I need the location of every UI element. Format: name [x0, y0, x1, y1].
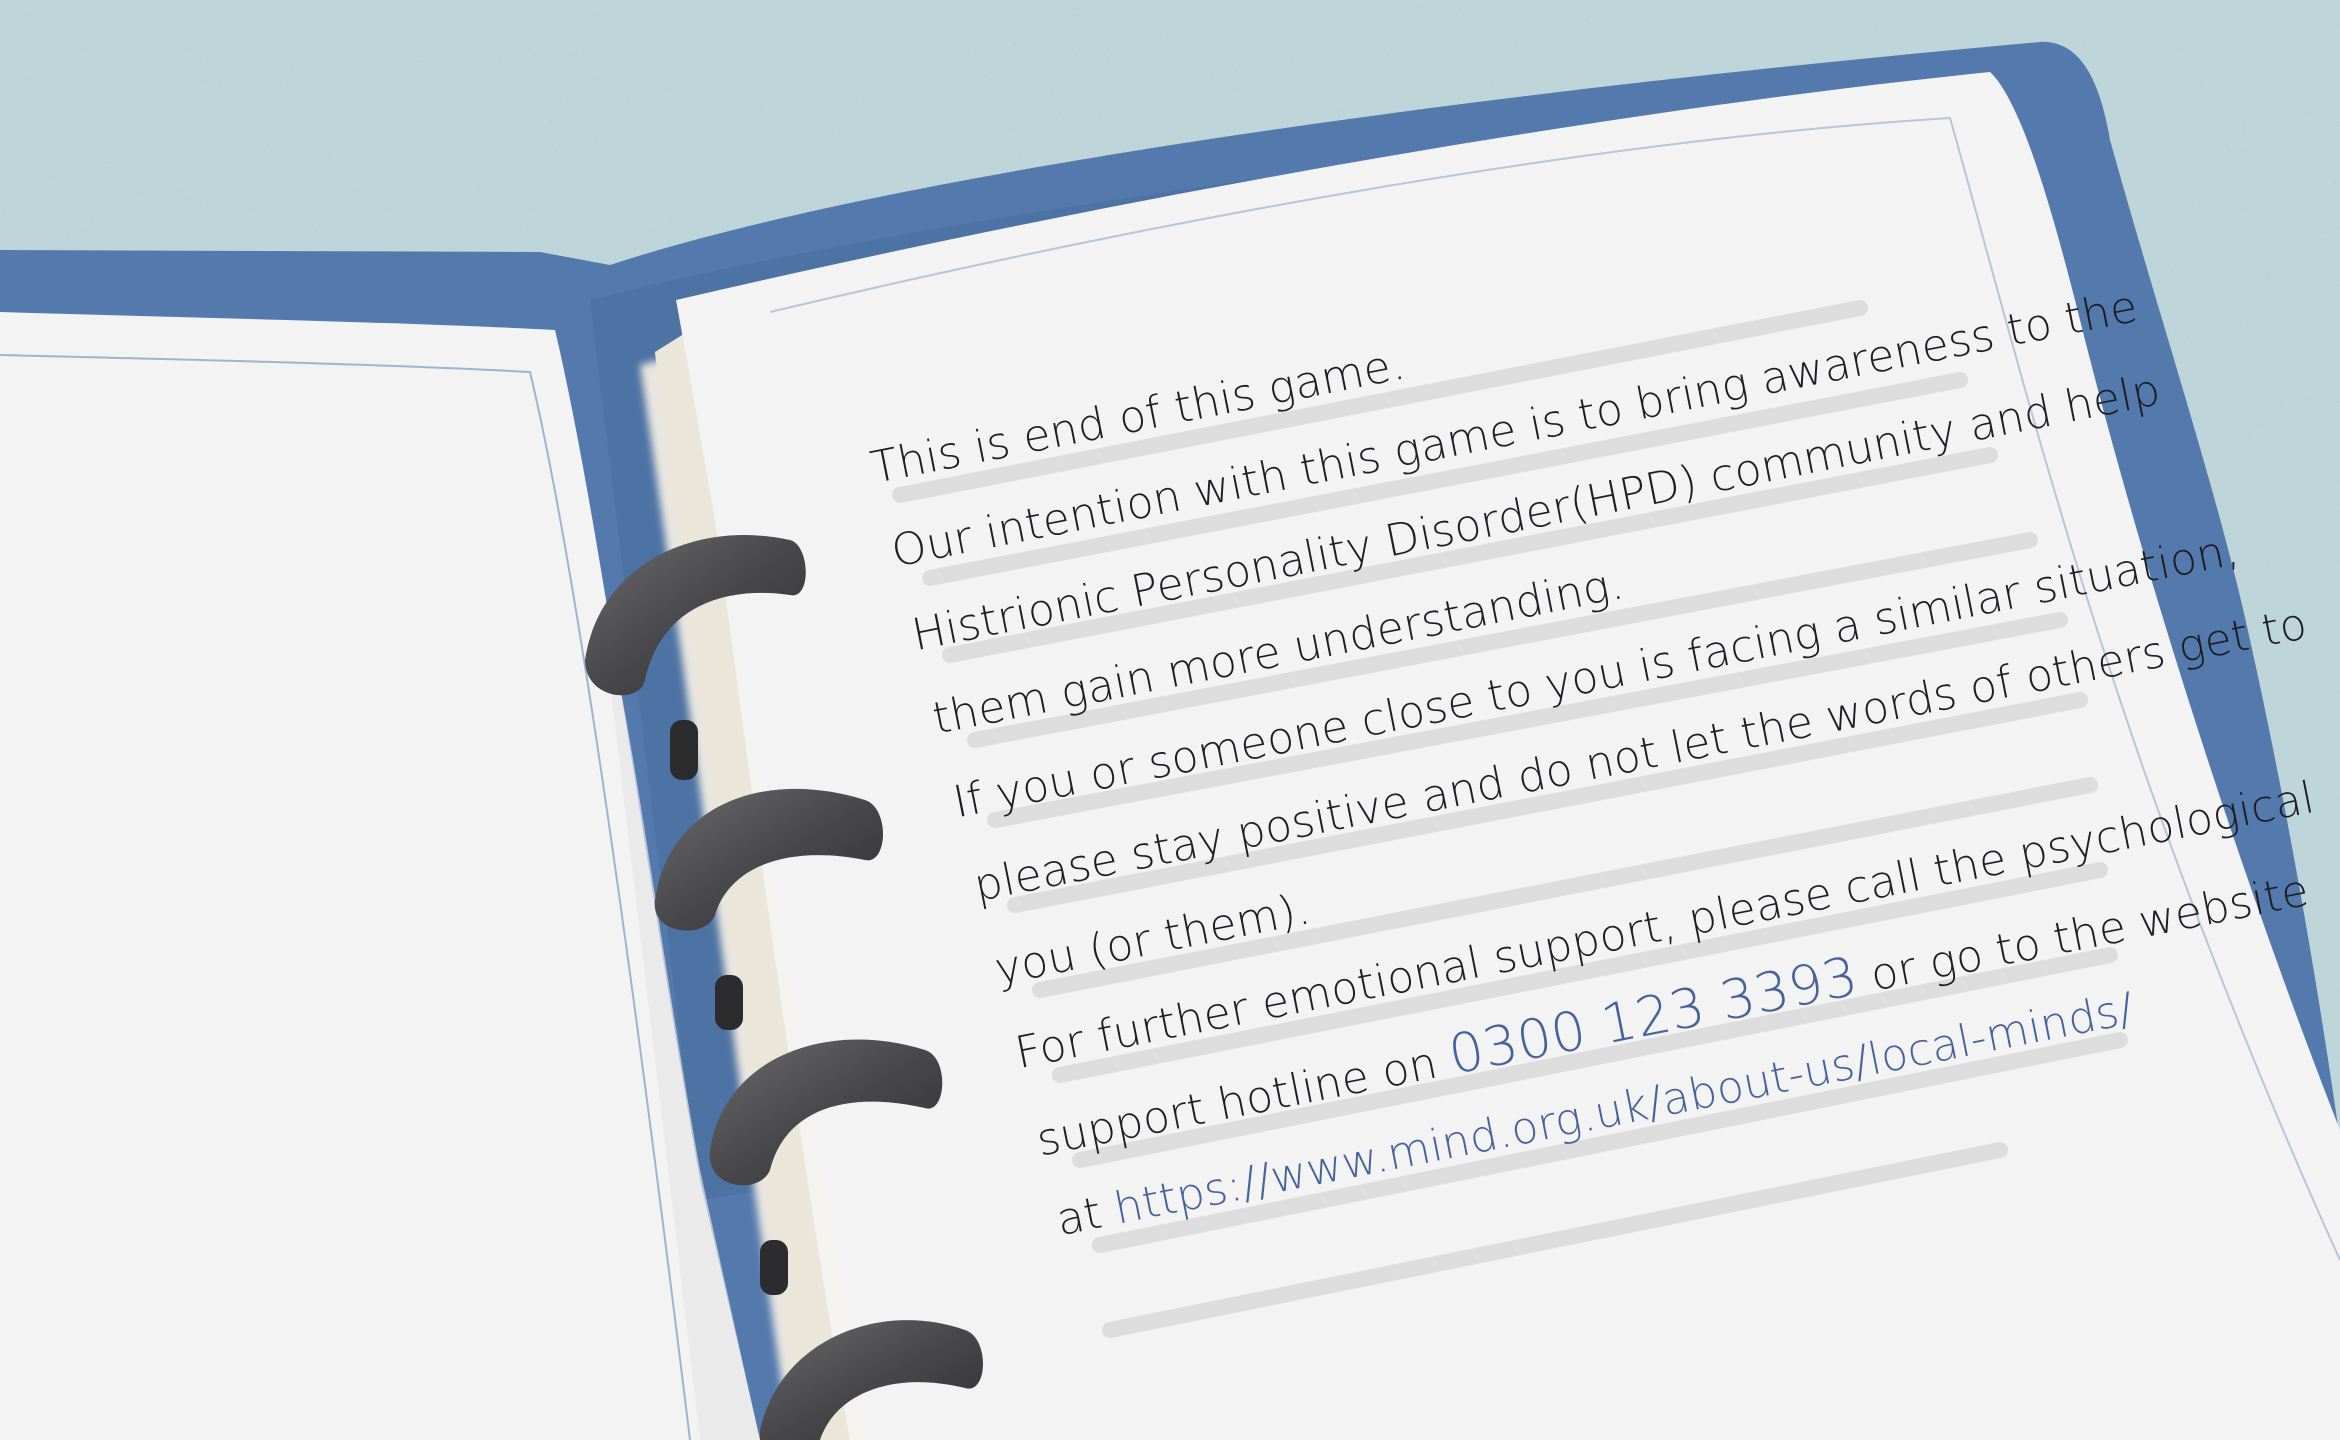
website-prefix: at: [1052, 1187, 1107, 1247]
